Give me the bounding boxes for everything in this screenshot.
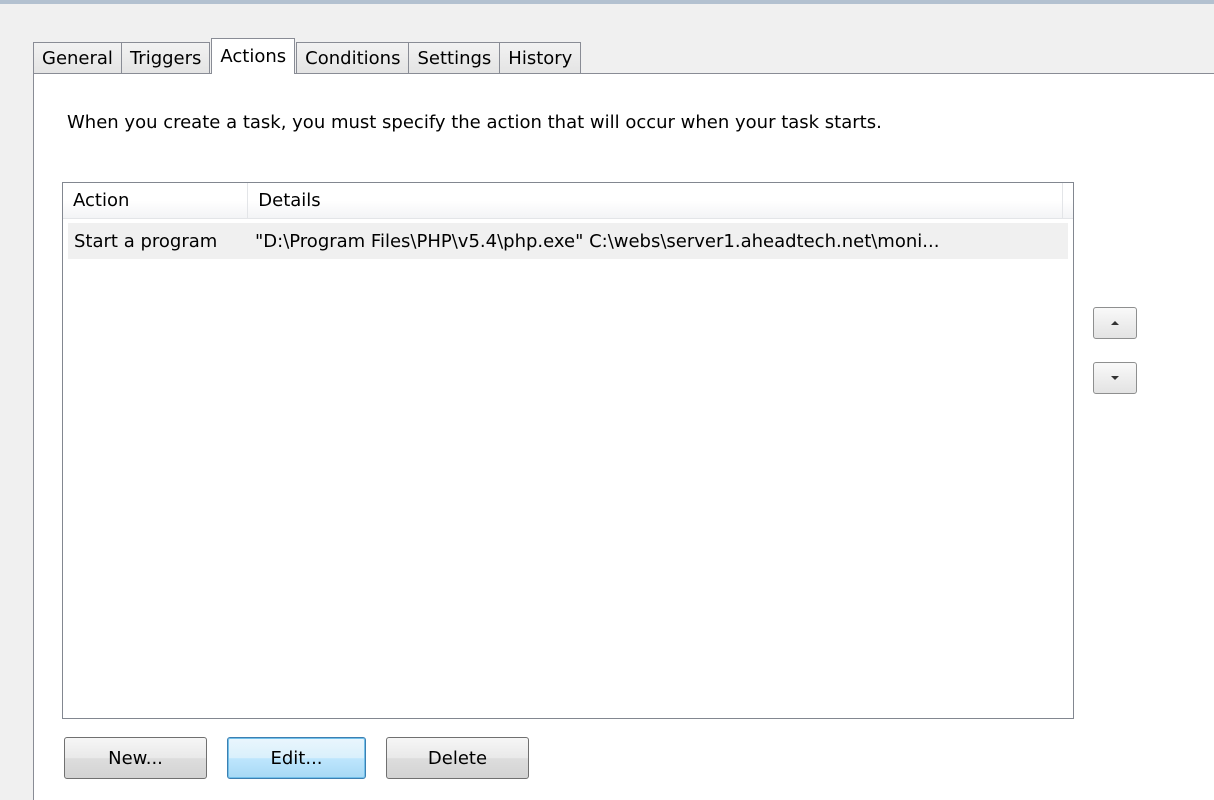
task-properties-window: General Triggers Actions Conditions Sett… (0, 0, 1214, 800)
arrow-down-icon (1111, 376, 1119, 380)
tab-strip: General Triggers Actions Conditions Sett… (33, 38, 582, 74)
tab-triggers[interactable]: Triggers (120, 42, 211, 73)
tab-actions[interactable]: Actions (211, 38, 296, 74)
move-up-button[interactable] (1093, 307, 1137, 339)
actions-tab-panel: When you create a task, you must specify… (33, 73, 1214, 800)
edit-button[interactable]: Edit... (227, 737, 366, 779)
new-button[interactable]: New... (64, 737, 207, 779)
list-header: Action Details (63, 183, 1073, 219)
arrow-up-icon (1111, 321, 1119, 325)
actions-description: When you create a task, you must specify… (67, 112, 882, 133)
column-header-details[interactable]: Details (248, 183, 1063, 219)
table-row[interactable]: Start a program "D:\Program Files\PHP\v5… (68, 223, 1068, 259)
delete-button[interactable]: Delete (386, 737, 529, 779)
tab-conditions[interactable]: Conditions (296, 42, 410, 73)
tab-general[interactable]: General (33, 42, 122, 73)
window-top-border (0, 0, 1214, 4)
cell-details: "D:\Program Files\PHP\v5.4\php.exe" C:\w… (255, 230, 940, 252)
tab-settings[interactable]: Settings (408, 42, 501, 73)
column-header-action[interactable]: Action (63, 183, 249, 219)
move-down-button[interactable] (1093, 362, 1137, 394)
column-header-filler (1063, 183, 1073, 219)
actions-list[interactable]: Action Details Start a program "D:\Progr… (62, 182, 1074, 719)
cell-action: Start a program (74, 230, 218, 252)
tab-history[interactable]: History (499, 42, 582, 73)
